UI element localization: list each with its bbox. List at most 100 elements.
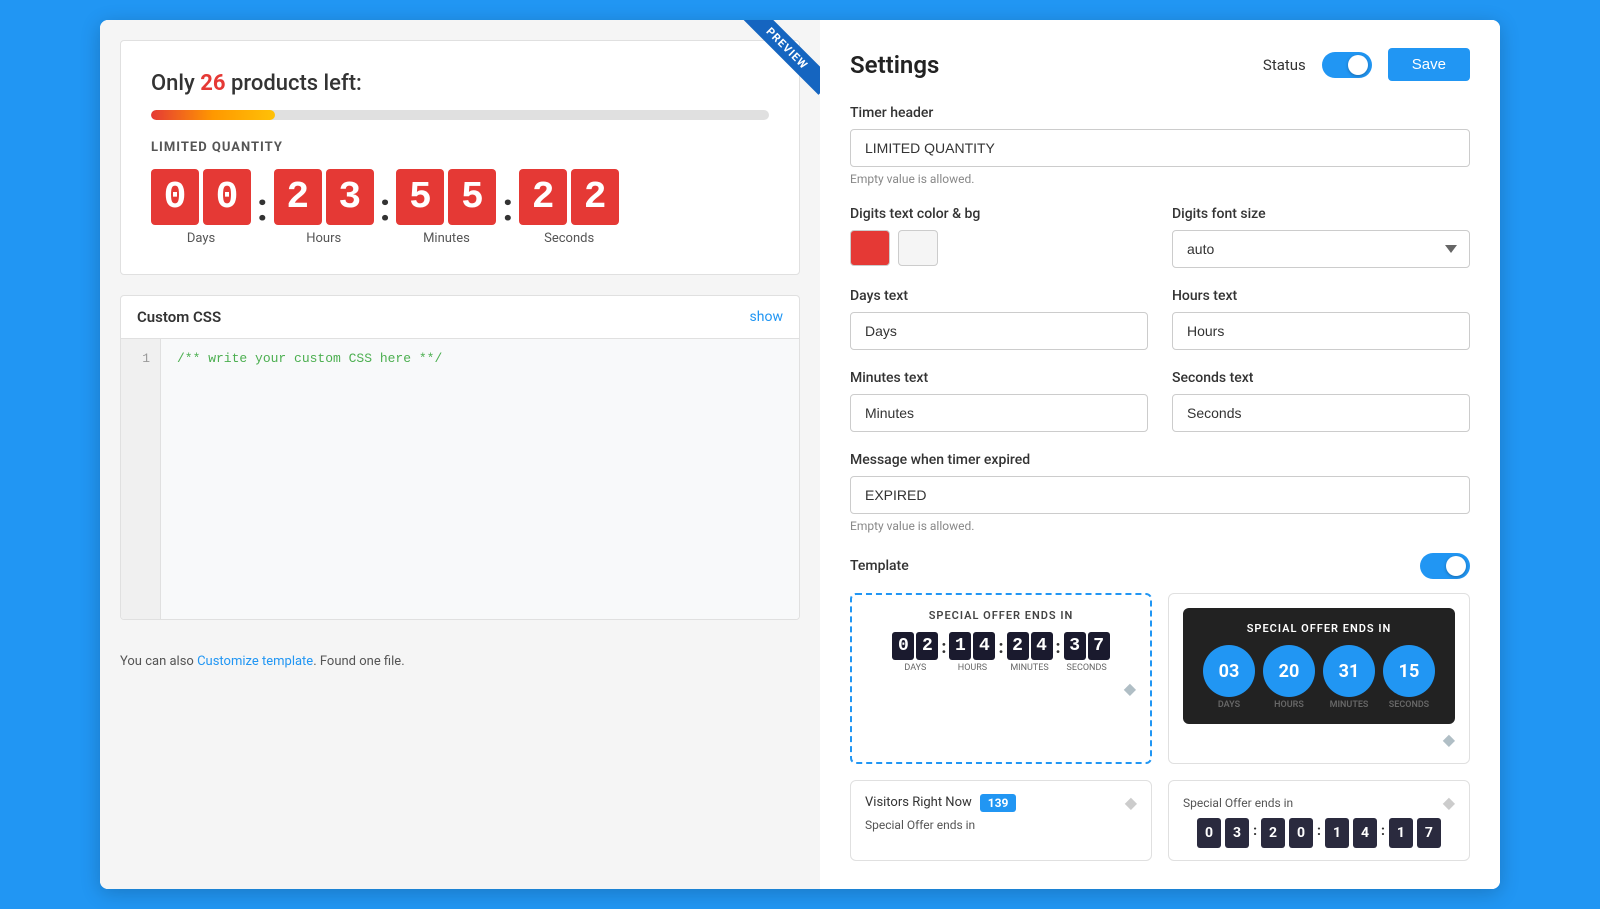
hour-digit-2: 3 <box>326 169 374 225</box>
template-toggle-slider[interactable] <box>1420 553 1470 579</box>
hours-text-label: Hours text <box>1172 288 1470 304</box>
customize-template-link[interactable]: Customize template <box>197 654 313 669</box>
timer-header-section: Timer header Empty value is allowed. <box>850 105 1470 186</box>
show-link[interactable]: show <box>750 309 783 325</box>
days-hours-row: Days text Hours text <box>850 288 1470 350</box>
t4-d2: 3 <box>1225 818 1249 848</box>
toggle-slider[interactable] <box>1322 52 1372 78</box>
t4-sep3: : <box>1381 818 1385 848</box>
timer-header-hint: Empty value is allowed. <box>850 172 1470 186</box>
digits-color-label: Digits text color & bg <box>850 206 1148 222</box>
template1-title: Special Offer ends in <box>866 609 1136 622</box>
minute-digit-1: 5 <box>396 169 444 225</box>
minutes-text-section: Minutes text <box>850 370 1148 432</box>
countdown-hours-digits: 2 3 <box>274 169 374 225</box>
progress-bar <box>151 110 769 120</box>
seconds-text-input[interactable] <box>1172 394 1470 432</box>
progress-bar-fill <box>151 110 275 120</box>
second-digit-1: 2 <box>519 169 567 225</box>
hours-text-input[interactable] <box>1172 312 1470 350</box>
hours-label: Hours <box>306 231 341 246</box>
countdown-seconds-digits: 2 2 <box>519 169 619 225</box>
right-panel: Settings Status Save Timer header Empty … <box>820 20 1500 889</box>
template-card-4[interactable]: Special Offer ends in ◆ 0 3 : 2 0 : 1 4 … <box>1168 780 1470 861</box>
t1-sep3: : <box>1053 637 1064 668</box>
products-count: 26 <box>200 71 225 96</box>
t1-sep1: : <box>938 637 949 668</box>
color-swatch-light[interactable] <box>898 230 938 266</box>
visitors-text: Visitors Right Now <box>865 795 972 810</box>
countdown-row: 0 0 Days : 2 3 Hours : <box>151 169 769 246</box>
custom-css-section: Custom CSS show 1 /** write your custom … <box>120 295 800 620</box>
t2-minutes: 31 MINUTES <box>1323 645 1375 710</box>
template1-hours: 1 4 Hours <box>949 632 995 673</box>
seconds-text-label: Seconds text <box>1172 370 1470 386</box>
t2-hours-num: 20 <box>1263 645 1315 697</box>
t4-sep1: : <box>1253 818 1257 848</box>
t1-sep2: : <box>995 637 1006 668</box>
countdown-days: 0 0 Days <box>151 169 251 246</box>
t2-minutes-num: 31 <box>1323 645 1375 697</box>
template3-diamond-icon: ◆ <box>1125 793 1137 812</box>
custom-css-title: Custom CSS <box>137 308 221 326</box>
days-text-input[interactable] <box>850 312 1148 350</box>
t2-seconds: 15 SECONDS <box>1383 645 1435 710</box>
minute-digit-2: 5 <box>448 169 496 225</box>
code-content: /** write your custom CSS here **/ <box>161 339 458 619</box>
save-button[interactable]: Save <box>1388 48 1470 81</box>
status-toggle[interactable] <box>1322 52 1372 78</box>
t2-minutes-label: MINUTES <box>1330 700 1369 710</box>
timer-header-input[interactable] <box>850 129 1470 167</box>
template-toggle[interactable] <box>1420 553 1470 579</box>
line-number-1: 1 <box>131 351 150 366</box>
t1-minutes-label: Minutes <box>1010 663 1048 673</box>
template2-title: SPECIAL OFFER ENDS IN <box>1197 622 1441 635</box>
font-size-select[interactable]: auto <box>1172 230 1470 268</box>
sep-2: : <box>374 186 397 246</box>
template-card-2[interactable]: SPECIAL OFFER ENDS IN 03 DAYS 20 HOURS <box>1168 593 1470 764</box>
t4-d3: 2 <box>1261 818 1285 848</box>
t1-day-2: 2 <box>916 632 938 660</box>
t4-d1: 0 <box>1197 818 1221 848</box>
timer-header-label: Timer header <box>850 105 1470 121</box>
t1-seconds-label: Seconds <box>1067 663 1107 673</box>
line-numbers: 1 <box>121 339 161 619</box>
template-section: Template Special Offer ends in 0 2 <box>850 553 1470 861</box>
t1-day-1: 0 <box>892 632 914 660</box>
color-swatch-red[interactable] <box>850 230 890 266</box>
visitors-count: 139 <box>980 794 1017 812</box>
settings-header: Settings Status Save <box>850 48 1470 81</box>
expired-label: Message when timer expired <box>850 452 1470 468</box>
day-digit-1: 0 <box>151 169 199 225</box>
sep-1: : <box>251 186 274 246</box>
template-card-1[interactable]: Special Offer ends in 0 2 Days : <box>850 593 1152 764</box>
template2-diamond-icon: ◆ <box>1443 730 1455 749</box>
t4-d5: 1 <box>1325 818 1349 848</box>
template4-diamond-icon: ◆ <box>1443 793 1455 812</box>
preview-badge: PREVIEW <box>730 20 820 110</box>
settings-title: Settings <box>850 51 939 79</box>
t4-sep2: : <box>1317 818 1321 848</box>
hours-text-section: Hours text <box>1172 288 1470 350</box>
countdown-minutes: 5 5 Minutes <box>396 169 496 246</box>
days-text-label: Days text <box>850 288 1148 304</box>
t1-sec-1: 3 <box>1064 632 1086 660</box>
code-editor: 1 /** write your custom CSS here **/ <box>121 339 799 619</box>
digits-settings-row: Digits text color & bg Digits font size … <box>850 206 1470 268</box>
limited-qty-label: LIMITED QUANTITY <box>151 140 769 155</box>
days-label: Days <box>187 231 215 246</box>
template2-circle-clock: 03 DAYS 20 HOURS 31 MINUTES <box>1197 645 1441 710</box>
t2-seconds-num: 15 <box>1383 645 1435 697</box>
seconds-label: Seconds <box>544 231 594 246</box>
expired-input[interactable] <box>850 476 1470 514</box>
left-panel: PREVIEW Only 26 products left: LIMITED Q… <box>100 20 820 889</box>
countdown-seconds: 2 2 Seconds <box>519 169 619 246</box>
footer-note: You can also Customize template. Found o… <box>100 640 820 683</box>
template-card-3[interactable]: Visitors Right Now 139 ◆ Special Offer e… <box>850 780 1152 861</box>
minutes-text-input[interactable] <box>850 394 1148 432</box>
custom-css-header: Custom CSS show <box>121 296 799 339</box>
footer-note-before: You can also <box>120 654 197 669</box>
preview-badge-text: PREVIEW <box>741 20 820 95</box>
template2-dark-bg: SPECIAL OFFER ENDS IN 03 DAYS 20 HOURS <box>1183 608 1455 724</box>
t4-d8: 7 <box>1417 818 1441 848</box>
